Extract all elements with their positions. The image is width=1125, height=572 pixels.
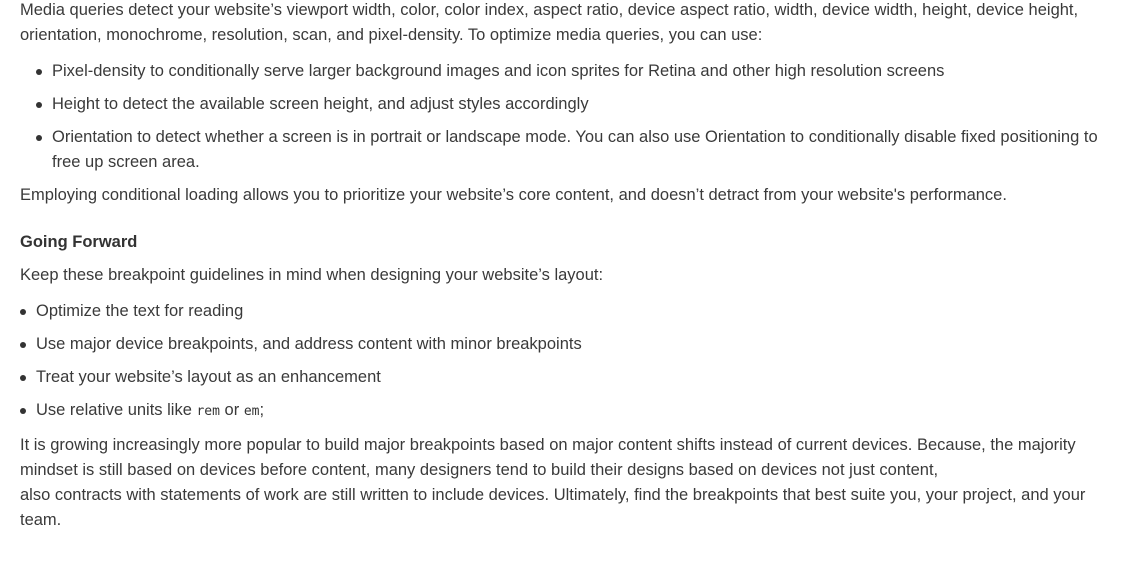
list-item: Height to detect the available screen he… <box>36 92 1110 117</box>
list-item-text: Orientation to detect whether a screen i… <box>52 128 1098 171</box>
list-item: Pixel-density to conditionally serve lar… <box>36 59 1110 84</box>
list-item: Optimize the text for reading <box>20 299 1110 324</box>
bullet-icon <box>36 102 42 108</box>
units-prefix: Use relative units like <box>36 401 197 419</box>
list-item-text: Height to detect the available screen he… <box>52 95 589 113</box>
bullet-icon <box>20 342 26 348</box>
article-body: Media queries detect your website’s view… <box>20 0 1110 533</box>
list-item: Treat your website’s layout as an enhanc… <box>20 365 1110 390</box>
conditional-loading-paragraph: Employing conditional loading allows you… <box>20 186 1007 204</box>
guidelines-intro-paragraph: Keep these breakpoint guidelines in mind… <box>20 266 604 284</box>
media-query-tips-list: Pixel-density to conditionally serve lar… <box>20 59 1110 175</box>
bullet-icon <box>36 69 42 75</box>
bullet-icon <box>36 135 42 141</box>
closing-text-part-1: It is growing increasingly more popular … <box>20 436 1076 479</box>
bullet-icon <box>20 375 26 381</box>
intro-paragraph: Media queries detect your website’s view… <box>20 1 1079 44</box>
list-item-text: Pixel-density to conditionally serve lar… <box>52 62 945 80</box>
rem-code: rem <box>196 404 220 419</box>
units-joiner: or <box>219 401 244 419</box>
bullet-icon <box>20 309 26 315</box>
units-suffix: ; <box>259 401 265 419</box>
list-item-text: Treat your website’s layout as an enhanc… <box>36 368 381 386</box>
bullet-icon <box>20 408 26 414</box>
list-item: Orientation to detect whether a screen i… <box>36 125 1110 175</box>
closing-paragraph: It is growing increasingly more popular … <box>20 433 1110 533</box>
list-item-text: Use major device breakpoints, and addres… <box>36 335 582 353</box>
list-item: Use relative units like rem or em; <box>20 398 1110 424</box>
closing-text-part-2: also contracts with statements of work a… <box>20 486 1086 529</box>
list-item: Use major device breakpoints, and addres… <box>20 332 1110 357</box>
section-heading: Going Forward <box>20 233 138 251</box>
breakpoint-guidelines-list: Optimize the text for reading Use major … <box>20 299 1110 424</box>
em-code: em <box>243 404 260 419</box>
list-item-text: Optimize the text for reading <box>36 302 244 320</box>
